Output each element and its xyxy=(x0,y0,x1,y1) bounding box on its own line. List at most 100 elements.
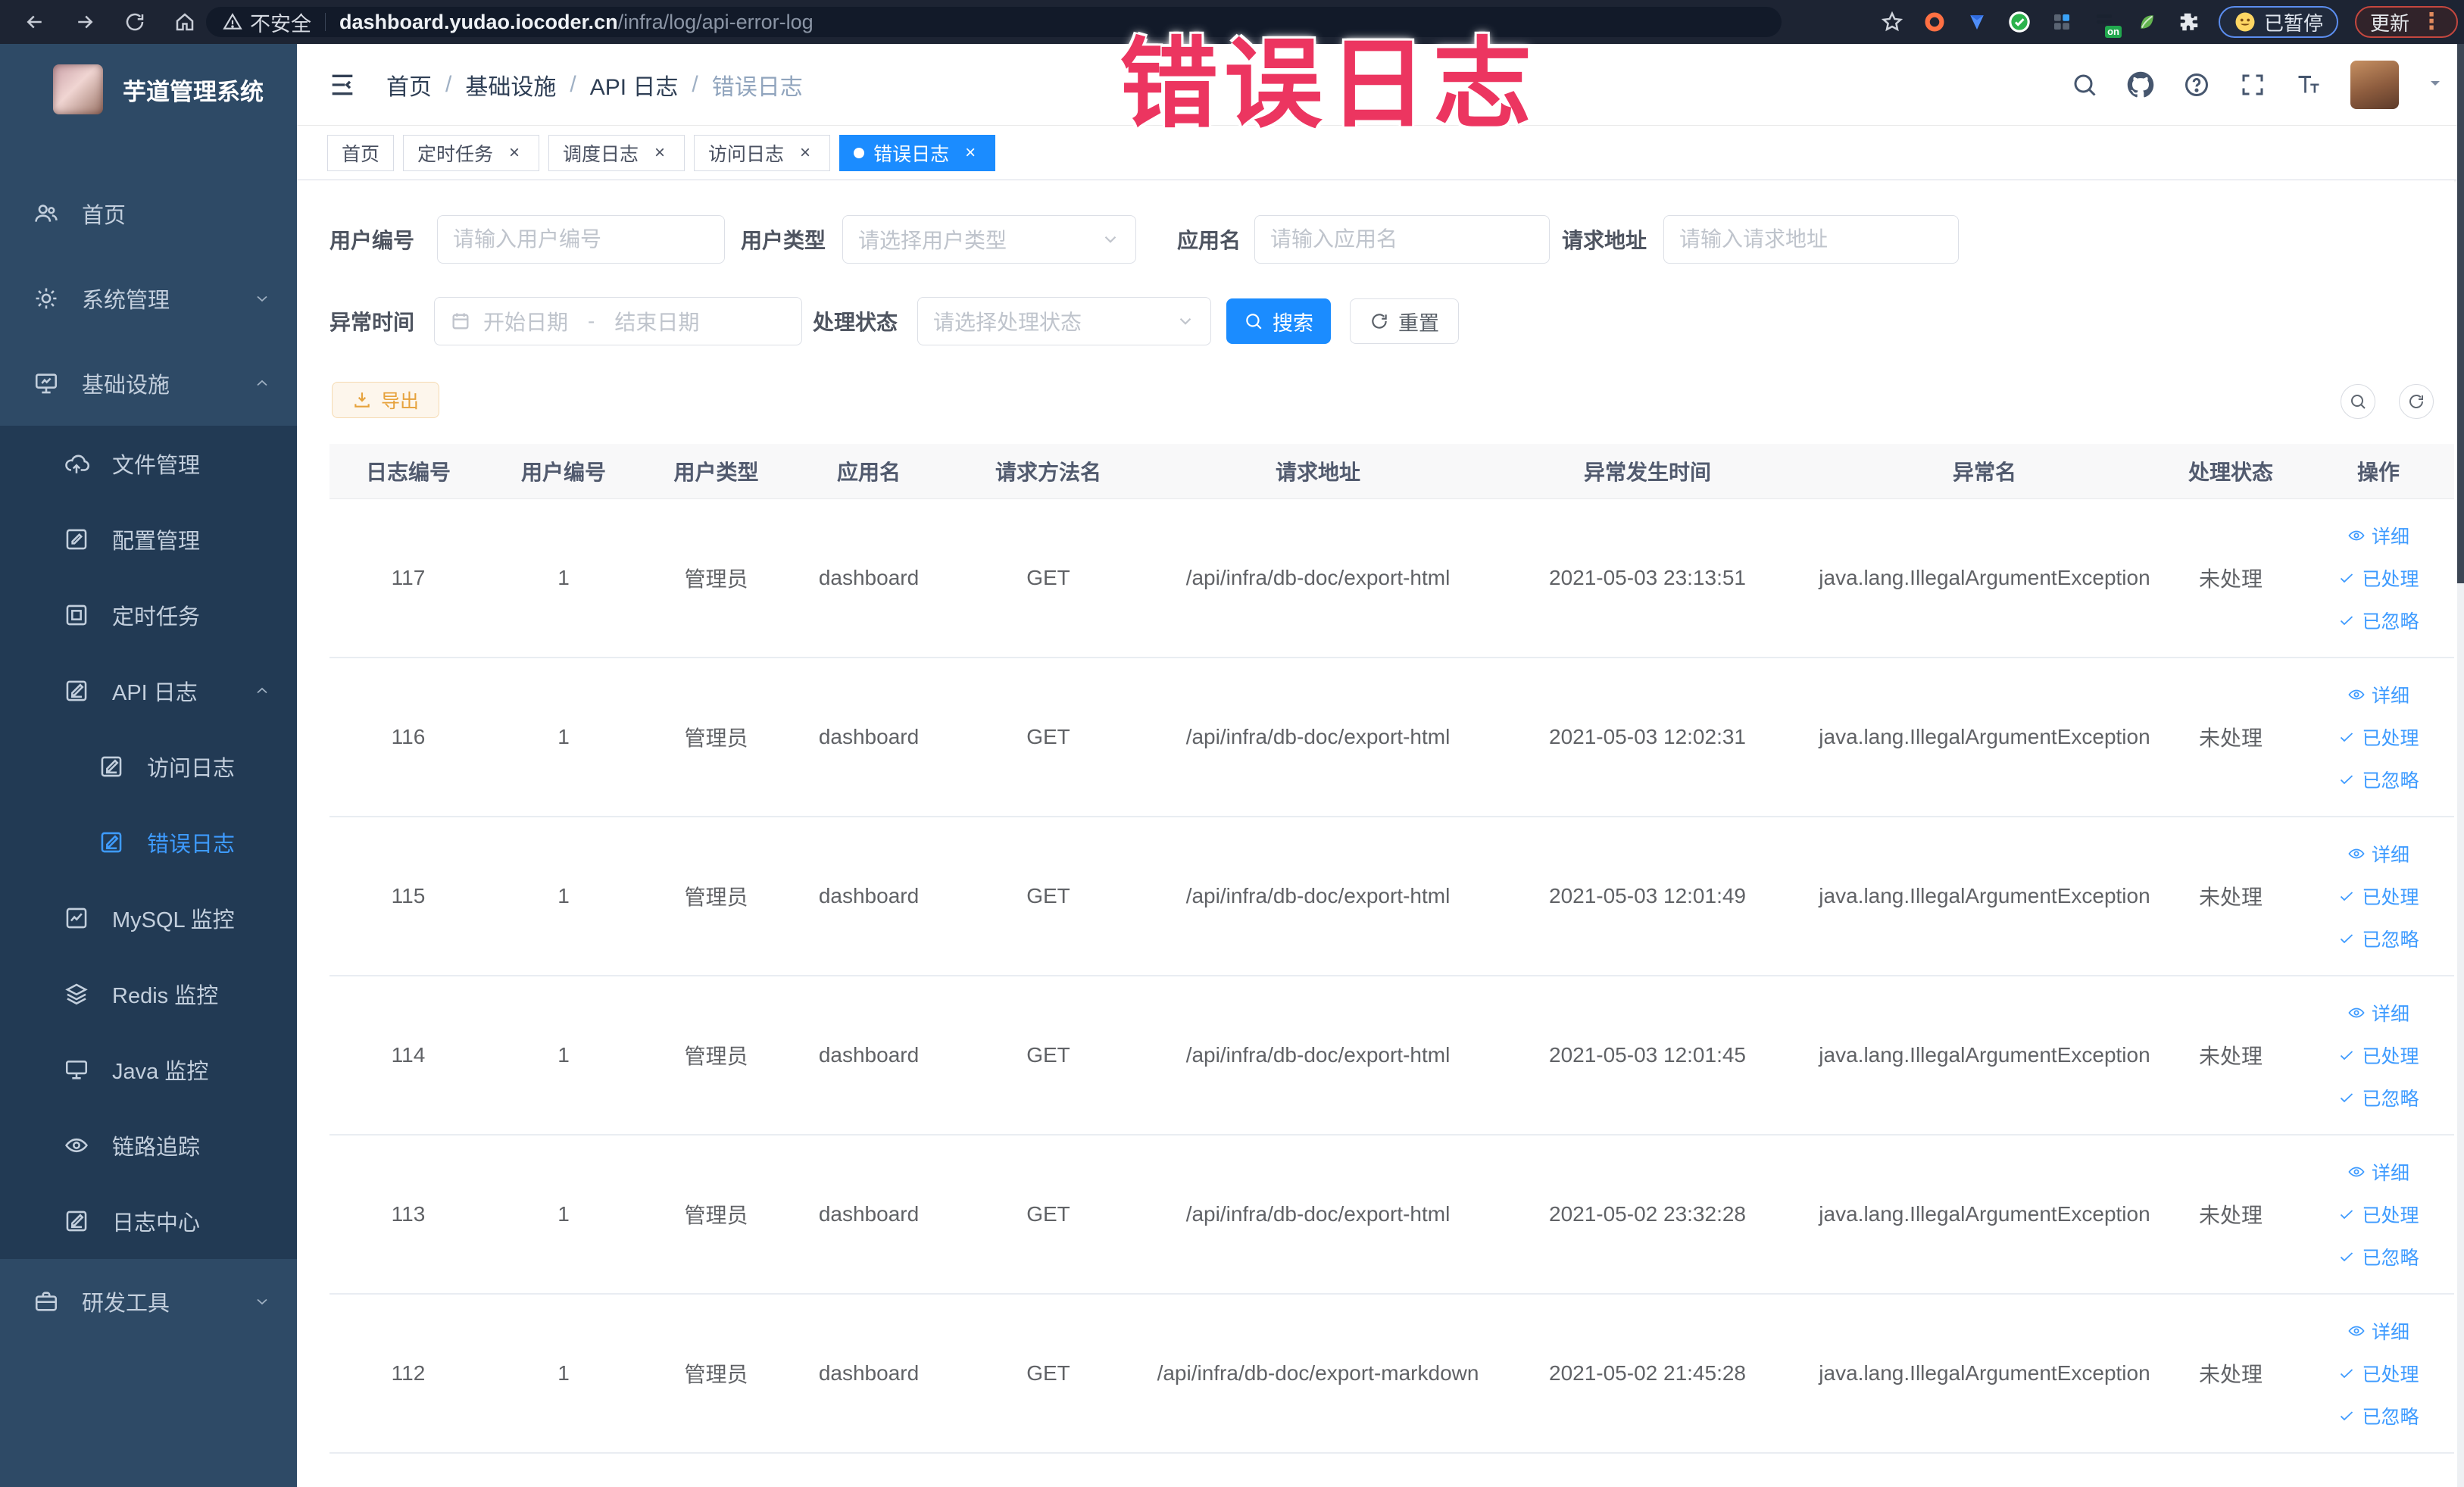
extension-orange-ring-icon[interactable] xyxy=(1922,9,1947,35)
sidebar-item-首页[interactable]: 首页 xyxy=(0,171,297,256)
docs-question-icon[interactable] xyxy=(2182,70,2211,99)
cell-异常名: java.lang.IllegalArgumentException xyxy=(1810,976,2159,1136)
app-name-input[interactable] xyxy=(1254,215,1550,264)
start-date-placeholder: 开始日期 xyxy=(483,311,569,334)
address-bar[interactable]: 不安全 dashboard.yudao.iocoder.cn /infra/lo… xyxy=(206,7,1782,37)
toggle-search-circle-button[interactable] xyxy=(2341,384,2375,419)
extension-green-leaf-icon[interactable] xyxy=(2134,9,2160,35)
column-header-日志编号: 日志编号 xyxy=(329,444,487,499)
browser-update-button[interactable]: 更新 ⋮ xyxy=(2354,6,2458,38)
browser-back-icon[interactable] xyxy=(20,7,50,37)
font-size-icon[interactable] xyxy=(2294,70,2323,99)
sidebar-item-访问日志[interactable]: 访问日志 xyxy=(0,729,297,804)
cell-处理状态: 未处理 xyxy=(2159,1294,2303,1454)
search-button[interactable]: 搜索 xyxy=(1226,298,1331,344)
avatar-caret-down-icon[interactable] xyxy=(2426,74,2444,96)
action-label: 已处理 xyxy=(2362,887,2419,908)
tab-close-icon[interactable]: × xyxy=(960,142,981,164)
sidebar-item-定时任务[interactable]: 定时任务 xyxy=(0,577,297,653)
tab-定时任务[interactable]: 定时任务 × xyxy=(403,134,540,171)
breadcrumb-item[interactable]: API 日志 xyxy=(590,68,679,102)
sidebar-item-API 日志[interactable]: API 日志 xyxy=(0,653,297,729)
page-scrollbar[interactable] xyxy=(2457,44,2464,1487)
tab-close-icon[interactable]: × xyxy=(795,142,816,164)
action-link-已处理[interactable]: 已处理 xyxy=(2338,564,2419,592)
extension-dark-on-icon[interactable]: on xyxy=(2091,9,2122,38)
sidebar-item-配置管理[interactable]: 配置管理 xyxy=(0,501,297,577)
browser-reload-icon[interactable] xyxy=(120,7,150,37)
profile-paused-chip[interactable]: 已暂停 xyxy=(2218,6,2338,38)
tab-首页[interactable]: 首页 xyxy=(327,134,395,171)
action-link-详细[interactable]: 详细 xyxy=(2347,1158,2409,1186)
reset-button[interactable]: 重置 xyxy=(1350,298,1459,344)
url-host: dashboard.yudao.iocoder.cn xyxy=(339,10,618,33)
action-link-已处理[interactable]: 已处理 xyxy=(2338,883,2419,910)
action-link-详细[interactable]: 详细 xyxy=(2347,681,2409,708)
extension-blue-gem-icon[interactable] xyxy=(1964,9,1990,35)
sidebar-item-文件管理[interactable]: 文件管理 xyxy=(0,426,297,501)
action-label: 已忽略 xyxy=(2362,1089,2419,1110)
check-icon xyxy=(2338,1248,2356,1266)
exception-time-range-picker[interactable]: 开始日期 - 结束日期 xyxy=(434,297,802,345)
infra-monitor-icon xyxy=(33,370,59,396)
export-button[interactable]: 导出 xyxy=(332,382,439,418)
browser-home-icon[interactable] xyxy=(170,7,200,37)
app-logo[interactable]: 芋道管理系统 xyxy=(0,44,297,135)
github-icon[interactable] xyxy=(2126,70,2155,99)
extensions-puzzle-icon[interactable] xyxy=(2176,9,2202,35)
action-link-详细[interactable]: 详细 xyxy=(2347,840,2409,867)
action-link-已忽略[interactable]: 已忽略 xyxy=(2338,1402,2419,1429)
sidebar-item-label: 配置管理 xyxy=(112,530,201,554)
process-status-select[interactable]: 请选择处理状态 xyxy=(917,297,1211,345)
action-link-已处理[interactable]: 已处理 xyxy=(2338,1201,2419,1228)
action-link-已忽略[interactable]: 已忽略 xyxy=(2338,607,2419,634)
sidebar-item-链路追踪[interactable]: 链路追踪 xyxy=(0,1107,297,1183)
tab-调度日志[interactable]: 调度日志 × xyxy=(548,134,685,171)
user-type-select[interactable]: 请选择用户类型 xyxy=(842,215,1136,264)
tab-close-icon[interactable]: × xyxy=(504,142,525,164)
sidebar-item-错误日志[interactable]: 错误日志 xyxy=(0,804,297,880)
sidebar-item-Redis 监控[interactable]: Redis 监控 xyxy=(0,956,297,1032)
sidebar-item-MySQL 监控[interactable]: MySQL 监控 xyxy=(0,880,297,956)
tab-访问日志[interactable]: 访问日志 × xyxy=(694,134,831,171)
tab-错误日志[interactable]: 错误日志 × xyxy=(839,134,996,171)
extension-green-check-icon[interactable] xyxy=(2006,9,2032,35)
breadcrumb-item[interactable]: 基础设施 xyxy=(465,68,556,102)
action-link-详细[interactable]: 详细 xyxy=(2347,1317,2409,1345)
extension-grid-icon[interactable] xyxy=(2049,9,2075,35)
browser-forward-icon[interactable] xyxy=(70,7,100,37)
cell-用户类型: 管理员 xyxy=(640,658,792,817)
action-label: 已处理 xyxy=(2362,568,2419,590)
bookmark-star-icon[interactable] xyxy=(1879,9,1905,35)
action-link-详细[interactable]: 详细 xyxy=(2347,999,2409,1026)
tab-label: 错误日志 xyxy=(873,143,950,165)
user-avatar[interactable] xyxy=(2350,61,2399,109)
browser-menu-dots-icon[interactable]: ⋮ xyxy=(2420,11,2443,33)
action-link-已忽略[interactable]: 已忽略 xyxy=(2338,1243,2419,1270)
tab-close-icon[interactable]: × xyxy=(649,142,670,164)
request-url-input[interactable] xyxy=(1663,215,1959,264)
action-link-已忽略[interactable]: 已忽略 xyxy=(2338,925,2419,952)
sidebar-item-研发工具[interactable]: 研发工具 xyxy=(0,1259,297,1344)
action-link-已忽略[interactable]: 已忽略 xyxy=(2338,1084,2419,1111)
fullscreen-icon[interactable] xyxy=(2238,70,2267,99)
action-link-已处理[interactable]: 已处理 xyxy=(2338,723,2419,751)
user-id-input[interactable] xyxy=(437,215,725,264)
action-link-已处理[interactable]: 已处理 xyxy=(2338,1360,2419,1387)
schedule-icon xyxy=(64,602,89,628)
sidebar-item-基础设施[interactable]: 基础设施 xyxy=(0,341,297,426)
sidebar-item-系统管理[interactable]: 系统管理 xyxy=(0,256,297,341)
action-link-详细[interactable]: 详细 xyxy=(2347,522,2409,549)
action-link-已处理[interactable]: 已处理 xyxy=(2338,1042,2419,1069)
sidebar-item-日志中心[interactable]: 日志中心 xyxy=(0,1183,297,1259)
refresh-circle-button[interactable] xyxy=(2399,384,2434,419)
user-id-label: 用户编号 xyxy=(329,229,415,252)
check-icon xyxy=(2338,1089,2356,1107)
header-search-icon[interactable] xyxy=(2070,70,2099,99)
sidebar-item-Java 监控[interactable]: Java 监控 xyxy=(0,1032,297,1107)
sidebar-toggle-hamburger-icon[interactable] xyxy=(327,70,358,100)
action-link-已忽略[interactable]: 已忽略 xyxy=(2338,766,2419,793)
breadcrumb-item[interactable]: 首页 xyxy=(386,68,432,102)
scrollbar-thumb[interactable] xyxy=(2457,44,2464,583)
column-header-处理状态: 处理状态 xyxy=(2159,444,2303,499)
